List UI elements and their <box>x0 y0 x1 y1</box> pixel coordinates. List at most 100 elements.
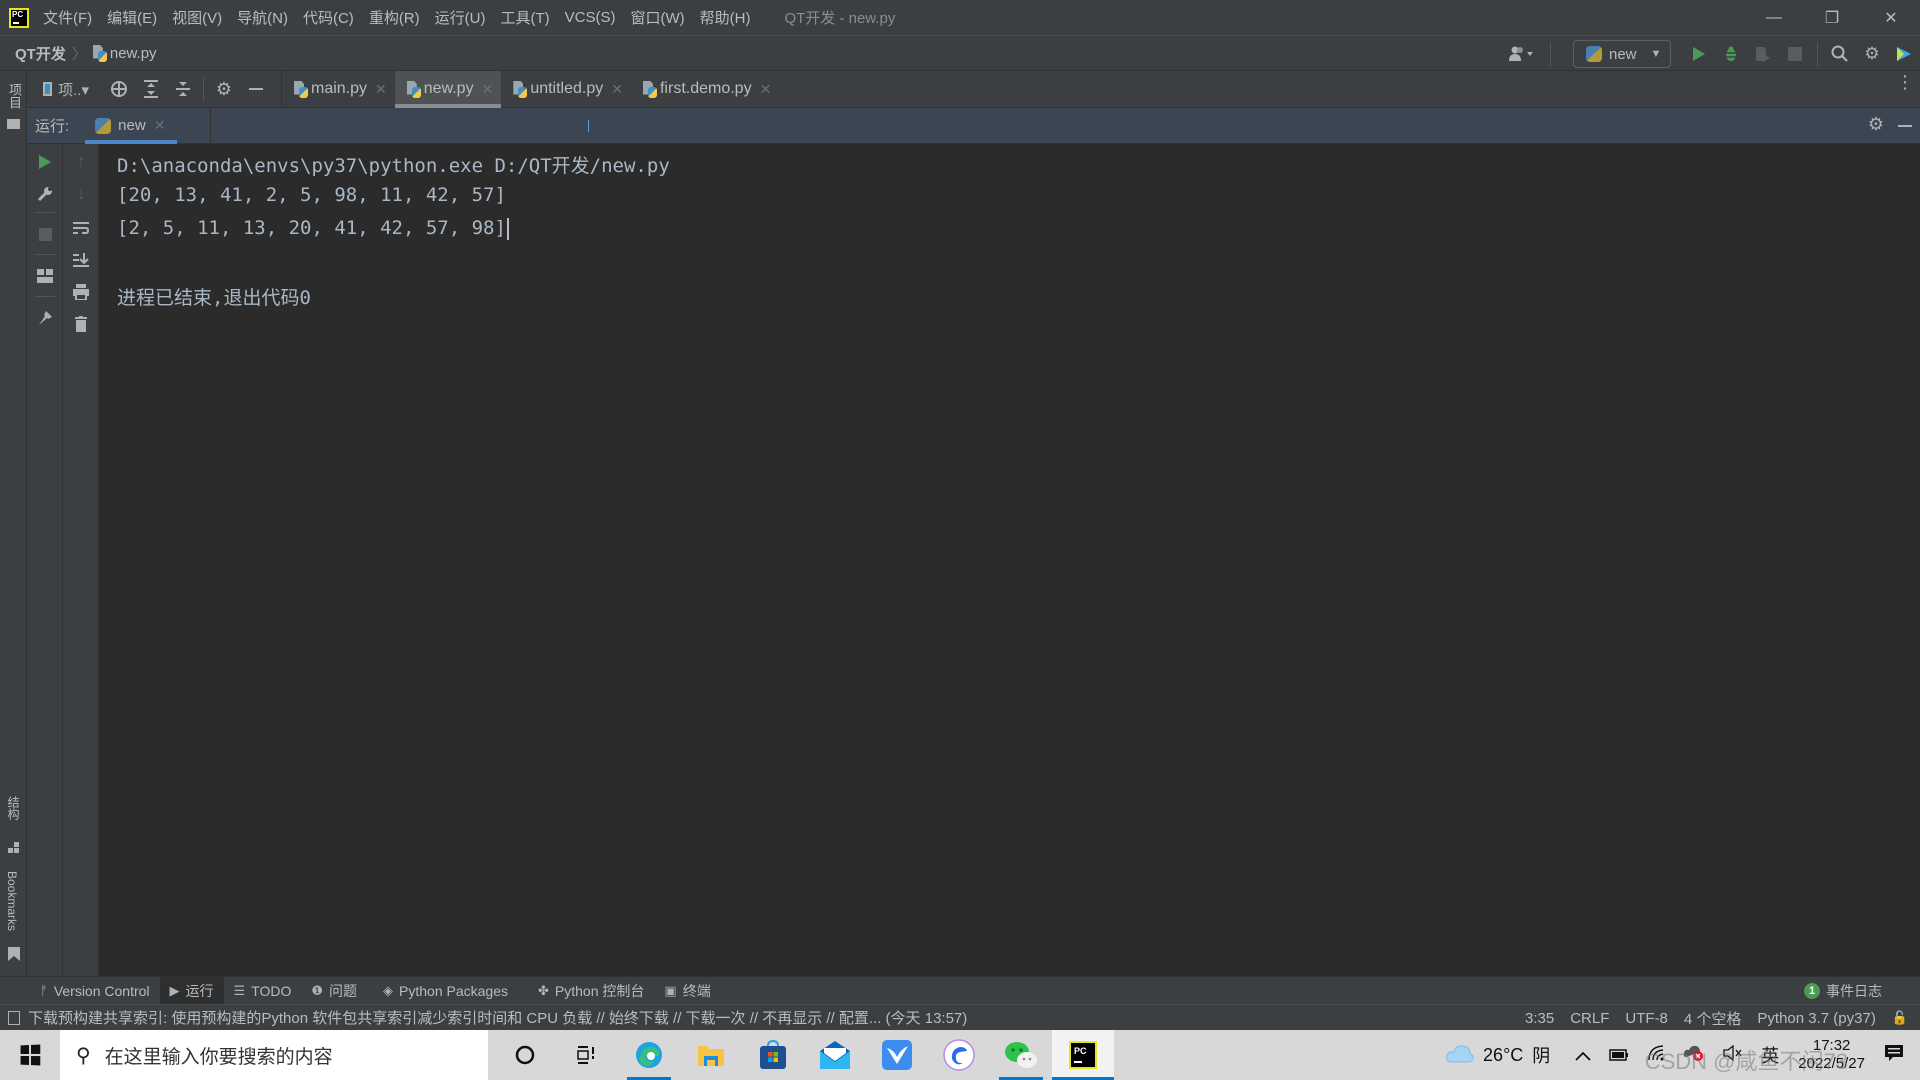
minimize-button[interactable]: — <box>1745 0 1803 35</box>
task-view-button[interactable] <box>556 1030 618 1080</box>
settings-gear-icon[interactable]: ⚙ <box>1856 38 1888 70</box>
breadcrumb-file[interactable]: new.py <box>110 45 157 62</box>
notification-center-icon[interactable] <box>1884 1044 1904 1067</box>
restore-button[interactable]: ❐ <box>1803 0 1861 35</box>
file-explorer-icon[interactable] <box>680 1030 742 1080</box>
drag-handle[interactable] <box>588 120 589 132</box>
menu-file[interactable]: 文件(F) <box>43 7 92 28</box>
menu-view[interactable]: 视图(V) <box>172 7 222 28</box>
tool-todo[interactable]: ☰ TODO <box>224 977 302 1005</box>
show-hidden-icons-chevron-icon[interactable] <box>1575 1045 1591 1066</box>
menu-edit[interactable]: 编辑(E) <box>107 7 157 28</box>
microsoft-store-icon[interactable] <box>742 1030 804 1080</box>
tab-new-py[interactable]: new.py ✕ <box>394 70 502 108</box>
python-icon <box>1586 46 1602 62</box>
close-run-tab-icon[interactable]: ✕ <box>154 117 166 134</box>
caret-position[interactable]: 3:35 <box>1525 1010 1554 1027</box>
run-button[interactable] <box>1683 38 1715 70</box>
hide-run-window-icon[interactable] <box>1898 125 1912 127</box>
weather-temperature[interactable]: 26°C <box>1483 1045 1523 1066</box>
wechat-icon[interactable] <box>990 1030 1052 1080</box>
run-configuration-select[interactable]: new ▼ <box>1573 40 1671 68</box>
close-tab-icon[interactable]: ✕ <box>482 81 494 98</box>
python-file-icon <box>643 81 657 98</box>
run-with-coverage-button[interactable] <box>1747 38 1779 70</box>
edge-browser-icon[interactable] <box>618 1030 680 1080</box>
close-tab-icon[interactable]: ✕ <box>611 81 623 98</box>
run-tab-new[interactable]: new ✕ <box>85 108 178 144</box>
scroll-to-end-icon[interactable] <box>63 246 99 274</box>
battery-icon[interactable] <box>1609 1045 1629 1066</box>
tool-problems[interactable]: ❶ 问题 <box>301 977 367 1005</box>
tool-python-console[interactable]: ✤ Python 控制台 <box>528 977 654 1005</box>
code-with-me-icon[interactable] <box>1888 38 1920 70</box>
tab-untitled-py[interactable]: untitled.py ✕ <box>501 71 631 108</box>
close-tab-icon[interactable]: ✕ <box>760 81 772 98</box>
project-tool-button[interactable]: 项目 <box>5 83 24 109</box>
hide-panel-icon[interactable] <box>240 73 272 105</box>
python-interpreter[interactable]: Python 3.7 (py37) <box>1757 1010 1875 1027</box>
expand-all-icon[interactable] <box>135 73 167 105</box>
close-tab-icon[interactable]: ✕ <box>375 81 387 98</box>
locate-file-icon[interactable] <box>103 73 135 105</box>
run-icon: ▶ <box>169 982 180 998</box>
tab-main-py[interactable]: main.py ✕ <box>282 71 395 108</box>
up-arrow-icon[interactable]: ↑ <box>63 148 99 176</box>
menu-navigate[interactable]: 导航(N) <box>237 7 288 28</box>
print-icon[interactable] <box>63 278 99 306</box>
pycharm-taskbar-icon[interactable]: PC <box>1052 1030 1114 1080</box>
weather-description[interactable]: 阴 <box>1532 1042 1550 1068</box>
windows-taskbar: ⚲ 在这里输入你要搜索的内容 PC 26°C 阴 英 17:32 2022/5/… <box>0 1030 1920 1080</box>
bookmarks-tool-button[interactable]: Bookmarks <box>5 871 19 931</box>
xunlei-app-icon[interactable] <box>866 1030 928 1080</box>
weather-cloud-icon[interactable] <box>1446 1043 1474 1068</box>
collapse-all-icon[interactable] <box>167 73 199 105</box>
stop-button[interactable] <box>27 220 63 248</box>
menu-refactor[interactable]: 重构(R) <box>369 7 420 28</box>
indent-setting[interactable]: 4 个空格 <box>1684 1008 1742 1029</box>
status-message[interactable]: 下载预构建共享索引: 使用预构建的Python 软件包共享索引减少索引时间和 C… <box>28 1007 967 1028</box>
title-bar: 文件(F) 编辑(E) 视图(V) 导航(N) 代码(C) 重构(R) 运行(U… <box>0 0 1920 35</box>
run-settings-gear-icon[interactable]: ⚙ <box>1868 114 1884 135</box>
mail-icon[interactable] <box>804 1030 866 1080</box>
browser-app-icon[interactable] <box>928 1030 990 1080</box>
debug-button[interactable] <box>1715 38 1747 70</box>
project-settings-gear-icon[interactable]: ⚙ <box>208 73 240 105</box>
pin-tab-icon[interactable] <box>27 304 63 332</box>
menu-window[interactable]: 窗口(W) <box>630 7 684 28</box>
structure-tool-button[interactable]: 结构 <box>5 796 22 820</box>
start-button[interactable] <box>0 1030 60 1080</box>
soft-wrap-icon[interactable] <box>63 214 99 242</box>
tab-first-demo-py[interactable]: first.demo.py ✕ <box>631 71 779 108</box>
file-encoding[interactable]: UTF-8 <box>1625 1010 1668 1027</box>
rerun-button[interactable] <box>27 148 63 176</box>
breadcrumb-project[interactable]: QT开发 <box>15 43 66 64</box>
menu-help[interactable]: 帮助(H) <box>700 7 751 28</box>
tool-version-control[interactable]: ᚠ Version Control <box>30 977 160 1005</box>
vcs-users-icon[interactable] <box>1500 38 1544 70</box>
clear-all-trash-icon[interactable] <box>63 310 99 338</box>
menu-run[interactable]: 运行(U) <box>435 7 486 28</box>
project-view-selector[interactable]: 项..▾ <box>27 73 89 105</box>
tool-python-packages[interactable]: ◈ Python Packages <box>373 977 518 1005</box>
menu-tools[interactable]: 工具(T) <box>500 7 549 28</box>
toggle-tool-windows-icon[interactable] <box>8 1010 20 1025</box>
cortana-button[interactable] <box>494 1030 556 1080</box>
down-arrow-icon[interactable]: ↓ <box>63 180 99 208</box>
stop-button[interactable] <box>1779 38 1811 70</box>
console-output[interactable]: D:\anaconda\envs\py37\python.exe D:/QT开发… <box>99 144 1920 976</box>
edit-configuration-wrench-icon[interactable] <box>27 180 63 208</box>
search-everywhere-icon[interactable] <box>1824 38 1856 70</box>
tool-label: Python 控制台 <box>554 982 645 999</box>
menu-code[interactable]: 代码(C) <box>303 7 354 28</box>
tool-terminal[interactable]: ▣ 终端 <box>654 977 720 1005</box>
unlock-icon[interactable]: 🔓 <box>1892 1010 1908 1026</box>
menu-vcs[interactable]: VCS(S) <box>565 9 616 26</box>
line-separator[interactable]: CRLF <box>1570 1010 1609 1027</box>
event-log-button[interactable]: 1 事件日志 <box>1804 977 1882 1005</box>
taskbar-search-box[interactable]: ⚲ 在这里输入你要搜索的内容 <box>60 1030 488 1080</box>
restore-layout-icon[interactable] <box>27 262 63 290</box>
tool-run[interactable]: ▶ 运行 <box>159 976 224 1005</box>
close-window-button[interactable]: ✕ <box>1862 0 1920 35</box>
more-tabs-icon[interactable]: ⋮ <box>1896 73 1914 91</box>
